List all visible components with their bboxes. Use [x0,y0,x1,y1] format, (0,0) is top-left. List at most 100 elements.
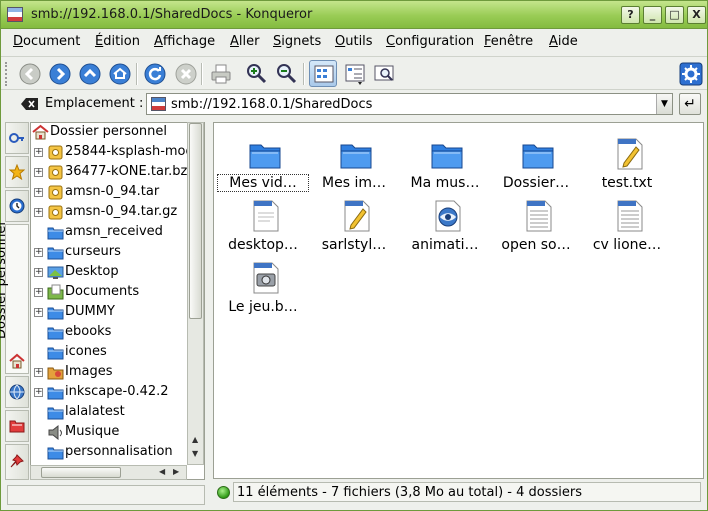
tree-expander[interactable]: + [34,248,43,257]
reload-icon [144,63,166,85]
konqueror-gear-button[interactable] [677,60,705,87]
print-icon [211,64,231,84]
menu-edition[interactable]: Édition [95,34,140,49]
menu-outils[interactable]: Outils [335,34,373,49]
folder-tree[interactable]: Dossier personnel +25844-ksplash-moo +364… [30,122,205,480]
file-item[interactable]: sarlstyl… [309,193,399,253]
location-label: Emplacement : [45,96,144,111]
menu-document[interactable]: Document [13,34,80,49]
file-item[interactable]: open so… [491,193,581,253]
file-label: desktop… [228,237,298,253]
file-label: test.txt [601,175,653,191]
menu-fenetre[interactable]: Fenêtre [484,34,533,49]
file-item[interactable]: desktop… [218,193,308,253]
tree-images-icon [47,367,64,380]
tree-expander[interactable]: + [34,148,43,157]
network-icon [9,384,25,400]
file-item[interactable]: Ma mus… [400,131,490,191]
tree-expander[interactable]: + [34,308,43,317]
up-button[interactable] [76,60,104,87]
zoom-in-button[interactable] [242,60,270,87]
tree-expander[interactable]: + [34,168,43,177]
scroll-left-arrow[interactable]: ◀ [159,467,165,476]
close-button[interactable]: X [687,6,706,24]
stop-button[interactable] [172,60,200,87]
scroll-right-arrow[interactable]: ▶ [173,467,179,476]
go-button[interactable]: ↵ [679,93,701,115]
sidebar-tab-bookmarks[interactable] [5,122,29,154]
file-item[interactable]: cv lione… [582,193,672,253]
sidebar-status-bar [7,485,205,505]
menu-affichage[interactable]: Affichage [154,34,215,49]
home-button[interactable] [106,60,134,87]
tree-horizontal-scrollbar[interactable]: ◀ ▶ [30,465,187,480]
tree-item-label: amsn-0_94.tar [65,184,160,199]
sidebar-tab-folders[interactable] [5,410,29,442]
reload-button[interactable] [141,60,169,87]
status-text-box: 11 éléments - 7 fichiers (3,8 Mo au tota… [233,482,701,502]
pane-splitter[interactable] [206,122,211,506]
tree-expander[interactable]: + [34,288,43,297]
menu-signets[interactable]: Signets [273,34,321,49]
tree-vertical-scrollbar[interactable]: ▲ ▼ [187,122,204,465]
tree-expander[interactable]: + [34,188,43,197]
tree-hscroll-thumb[interactable] [41,467,121,478]
toolbar-handle[interactable] [5,62,8,86]
tree-item-label: inkscape-0.42.2 [65,384,169,399]
scroll-down-arrow[interactable]: ▼ [192,449,198,458]
location-dropdown-arrow[interactable]: ▼ [656,94,672,114]
print-button[interactable] [207,60,235,87]
sidebar-tab-services[interactable] [5,444,29,480]
tree-item-label: Images [65,364,113,379]
up-icon [79,63,101,85]
file-folder-icon [340,144,372,169]
tree-item-label: curseurs [65,244,121,259]
file-item[interactable]: Mes vid… [217,131,309,192]
title-bar[interactable]: smb://192.168.0.1/SharedDocs - Konqueror… [1,1,707,29]
tree-archive-icon [48,165,63,180]
tree-expander[interactable]: + [34,368,43,377]
forward-button[interactable] [46,60,74,87]
status-text: 11 éléments - 7 fichiers (3,8 Mo au tota… [237,485,583,500]
file-item[interactable]: Dossier… [491,131,581,191]
sidebar-tab-home[interactable]: Dossier personnel [0,222,29,374]
preview-button[interactable] [370,60,398,87]
file-item[interactable]: test.txt [582,131,672,191]
zoom-out-button[interactable] [272,60,300,87]
tree-folder-icon [47,227,64,240]
location-value: smb://192.168.0.1/SharedDocs [171,97,373,112]
menu-aller[interactable]: Aller [230,34,259,49]
sidebar-tab-favorites[interactable] [5,156,29,188]
file-label: cv lione… [592,237,662,253]
file-label: Mes im… [322,175,386,191]
tree-item-label: personnalisation [65,444,173,459]
file-item[interactable]: Le jeu.b… [218,255,308,315]
minimize-button[interactable]: _ [643,6,662,24]
file-icon-view[interactable]: Mes vid… Mes im… Ma mus… Dossier… test.txt de… [213,122,704,479]
zoom-out-icon [277,64,297,84]
tree-root-label: Dossier personnel [50,124,168,139]
scroll-up-arrow[interactable]: ▲ [192,435,198,444]
tree-expander[interactable]: + [34,208,43,217]
file-item[interactable]: Mes im… [309,131,399,191]
main-toolbar [1,56,707,90]
tree-scroll-thumb[interactable] [189,123,202,319]
tree-folder-icon [47,327,64,340]
tree-expander[interactable]: + [34,388,43,397]
sidebar-tab-network[interactable] [5,376,29,408]
tree-view-button[interactable] [341,60,369,87]
help-button[interactable]: ? [621,6,640,24]
file-item[interactable]: animati… [400,193,490,253]
location-bar: Emplacement : smb://192.168.0.1/SharedDo… [1,91,707,119]
menu-configuration[interactable]: Configuration [386,34,474,49]
app-icon[interactable] [7,7,23,22]
clear-location-icon[interactable] [21,97,39,111]
icon-view-button[interactable] [309,60,337,87]
back-button[interactable] [16,60,44,87]
tree-item-label: Musique [65,424,120,439]
location-input[interactable]: smb://192.168.0.1/SharedDocs ▼ [146,93,673,115]
menu-aide[interactable]: Aide [549,34,578,49]
tree-expander[interactable]: + [34,268,43,277]
icon-view-icon [314,65,334,83]
maximize-button[interactable]: □ [665,6,684,24]
